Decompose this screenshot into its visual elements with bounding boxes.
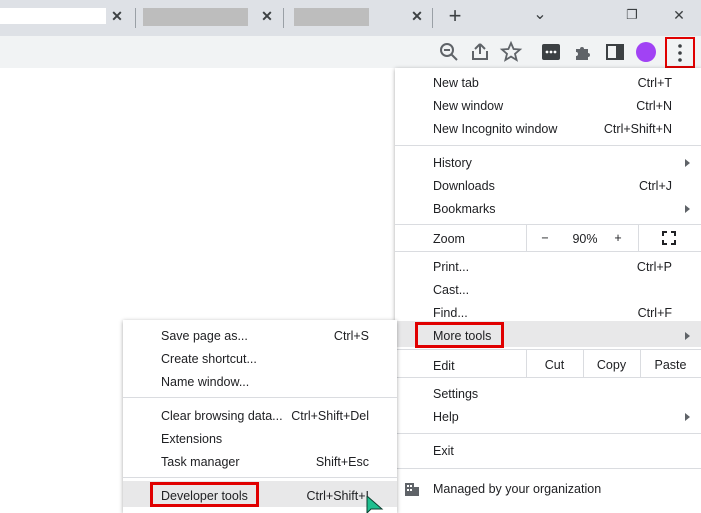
menu-item-cast[interactable]: Cast... — [433, 283, 469, 297]
tab-title-redacted-1[interactable] — [0, 8, 106, 24]
puzzle-icon[interactable] — [571, 40, 595, 64]
submenu-item-name-window[interactable]: Name window... — [161, 375, 249, 389]
tab-title-redacted-3[interactable] — [294, 8, 369, 26]
fullscreen-icon[interactable] — [662, 231, 676, 245]
managed-by-organization[interactable]: Managed by your organization — [433, 482, 601, 496]
more-vert-icon[interactable] — [677, 43, 683, 63]
edit-copy-button[interactable]: Copy — [583, 358, 640, 372]
zoom-level: 90% — [572, 232, 598, 246]
submenu-item-create-shortcut[interactable]: Create shortcut... — [161, 352, 257, 366]
tab-search-chevron-icon[interactable]: ⌄ — [528, 4, 552, 26]
submenu-item-extensions[interactable]: Extensions — [161, 432, 222, 446]
new-tab-button[interactable]: + — [443, 4, 467, 28]
menu-item-bookmarks[interactable]: Bookmarks — [433, 202, 496, 216]
menu-separator — [395, 145, 701, 146]
close-window-icon[interactable]: ✕ — [667, 4, 691, 26]
menu-item-zoom: Zoom — [433, 232, 465, 246]
more-tools-submenu: Save page as... Ctrl+S Create shortcut..… — [123, 320, 397, 513]
toolbar — [0, 36, 701, 68]
submenu-item-task-manager[interactable]: Task manager — [161, 455, 240, 469]
tab-close-icon[interactable]: ✕ — [257, 6, 277, 26]
zoom-divider — [638, 224, 639, 251]
more-tools-callout — [415, 322, 504, 348]
menu-separator — [395, 224, 701, 225]
shortcut-new-tab: Ctrl+T — [637, 76, 672, 90]
star-icon[interactable] — [499, 40, 523, 64]
menu-item-help[interactable]: Help — [433, 410, 459, 424]
menu-separator — [395, 251, 701, 252]
building-icon — [405, 483, 419, 496]
edit-cut-button[interactable]: Cut — [526, 358, 583, 372]
shortcut-clear-browsing: Ctrl+Shift+Del — [291, 409, 369, 423]
share-icon[interactable] — [468, 40, 492, 64]
shortcut-task-manager: Shift+Esc — [315, 455, 369, 469]
menu-separator — [123, 477, 397, 478]
menu-item-exit[interactable]: Exit — [433, 444, 454, 458]
menu-item-edit: Edit — [433, 359, 455, 373]
zoom-plus-button[interactable]: + — [608, 231, 628, 245]
tab-strip: ✕ ✕ ✕ + ⌄ ❐ ✕ — [0, 0, 701, 36]
menu-item-new-tab[interactable]: New tab — [433, 76, 479, 90]
edit-paste-button[interactable]: Paste — [640, 358, 701, 372]
submenu-item-save-page[interactable]: Save page as... — [161, 329, 248, 343]
avatar[interactable] — [636, 42, 656, 62]
submenu-arrow-icon — [685, 332, 690, 340]
cursor-icon — [366, 496, 384, 513]
menu-separator — [395, 468, 701, 469]
menu-item-find[interactable]: Find... — [433, 306, 468, 320]
menu-item-new-incognito[interactable]: New Incognito window — [433, 122, 557, 136]
shortcut-find: Ctrl+F — [637, 306, 672, 320]
shortcut-save-page: Ctrl+S — [333, 329, 369, 343]
menu-separator — [123, 397, 397, 398]
submenu-arrow-icon — [685, 159, 690, 167]
menu-item-print[interactable]: Print... — [433, 260, 469, 274]
shortcut-new-incognito: Ctrl+Shift+N — [603, 122, 672, 136]
chrome-main-menu: New tab Ctrl+T New window Ctrl+N New Inc… — [395, 68, 701, 513]
restore-window-icon[interactable]: ❐ — [620, 4, 644, 26]
tab-divider — [283, 8, 284, 28]
menu-item-new-window[interactable]: New window — [433, 99, 503, 113]
menu-separator — [395, 349, 701, 350]
tab-title-redacted-2[interactable] — [143, 8, 248, 26]
submenu-arrow-icon — [685, 413, 690, 421]
submenu-item-clear-browsing[interactable]: Clear browsing data... — [161, 409, 283, 423]
menu-item-downloads[interactable]: Downloads — [433, 179, 495, 193]
shortcut-new-window: Ctrl+N — [636, 99, 672, 113]
developer-tools-callout — [150, 482, 259, 507]
zoom-out-icon[interactable] — [437, 40, 461, 64]
extension-tile-icon[interactable] — [539, 40, 563, 64]
tab-close-icon[interactable]: ✕ — [107, 6, 127, 26]
menu-separator — [395, 433, 701, 434]
menu-item-settings[interactable]: Settings — [433, 387, 478, 401]
shortcut-downloads: Ctrl+J — [639, 179, 672, 193]
tab-close-icon[interactable]: ✕ — [407, 6, 427, 26]
menu-item-history[interactable]: History — [433, 156, 472, 170]
zoom-divider — [526, 224, 527, 251]
side-panel-icon[interactable] — [603, 40, 627, 64]
menu-separator — [395, 377, 701, 378]
shortcut-developer-tools: Ctrl+Shift+I — [306, 489, 369, 503]
tab-divider — [135, 8, 136, 28]
submenu-arrow-icon — [685, 205, 690, 213]
shortcut-print: Ctrl+P — [636, 260, 672, 274]
zoom-minus-button[interactable]: − — [535, 231, 555, 245]
tab-divider — [432, 8, 433, 28]
